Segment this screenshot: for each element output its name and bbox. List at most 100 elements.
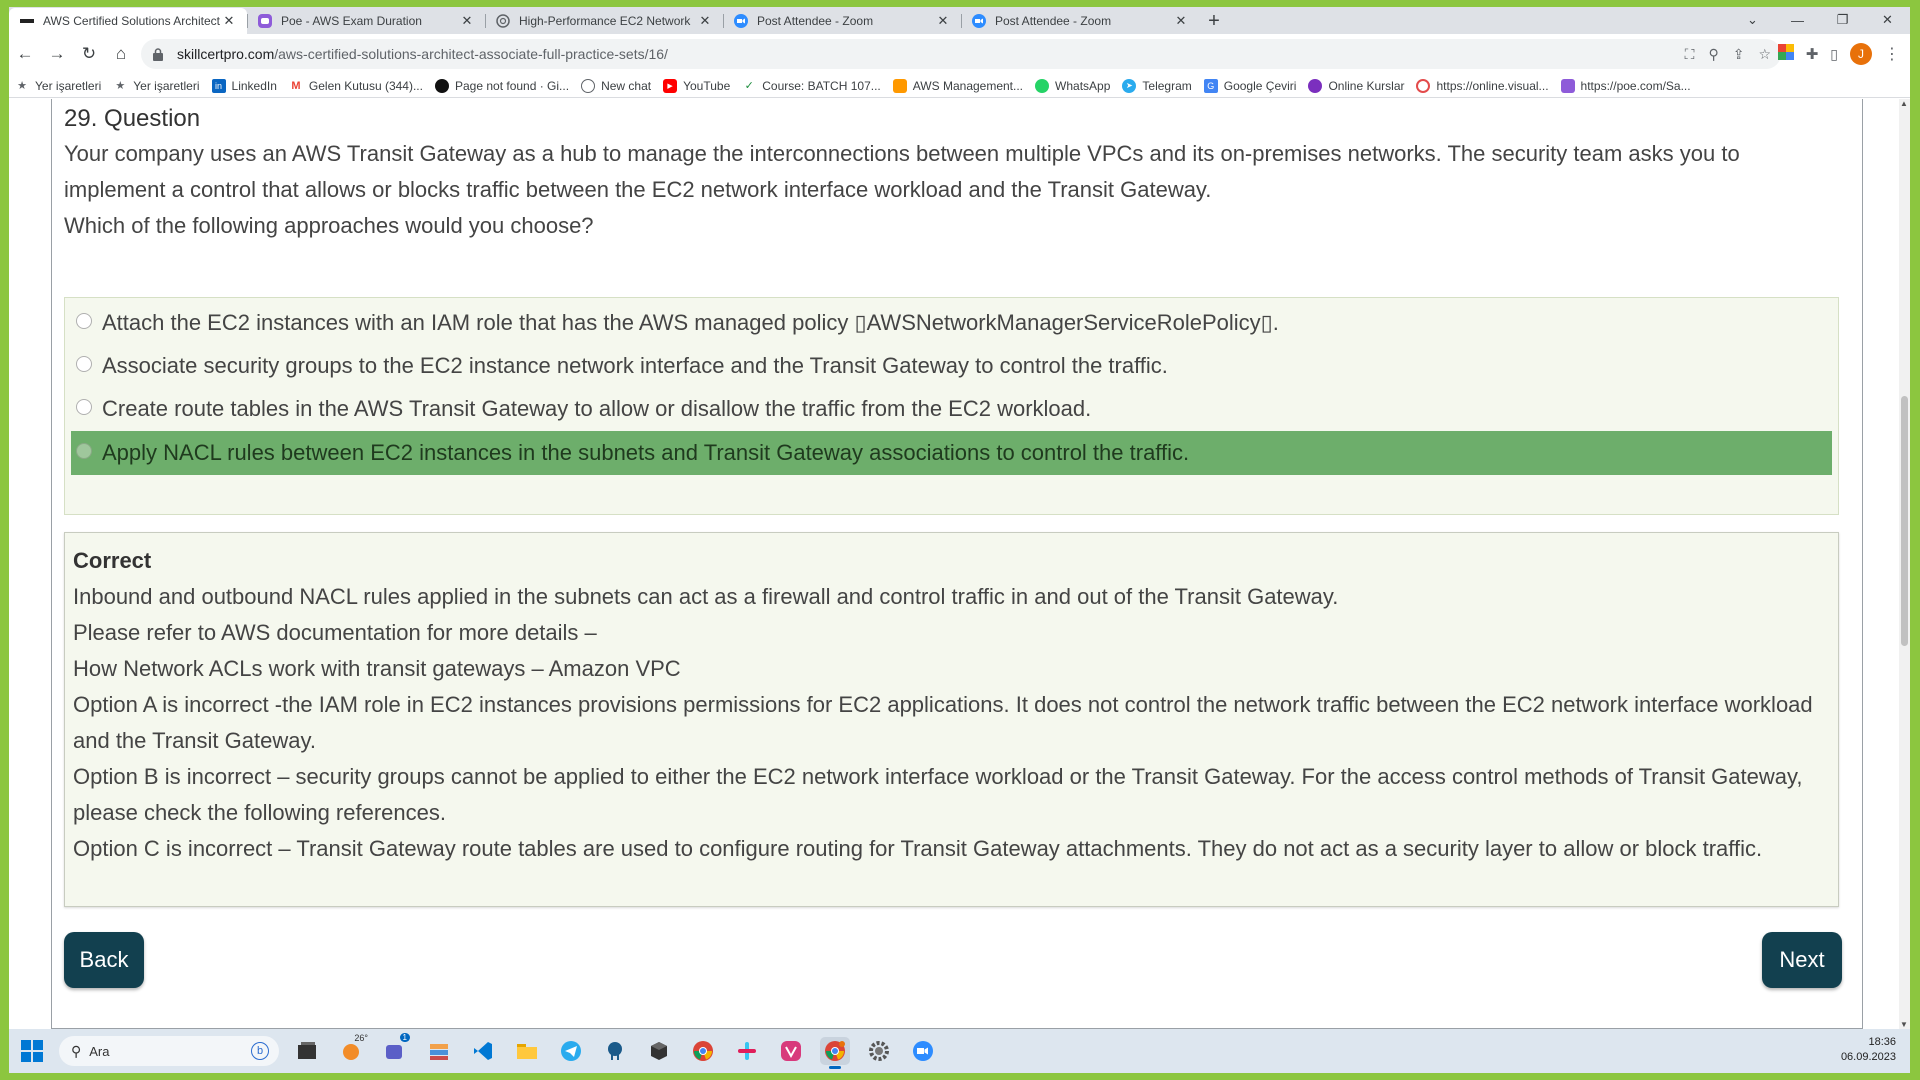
windows-taskbar: ⚲ Ara b 26° 1 18:36 06.09.2023	[9, 1029, 1910, 1073]
home-icon[interactable]: ⌂	[105, 38, 137, 70]
tab-zoom-2[interactable]: Post Attendee - Zoom ✕	[961, 8, 1199, 34]
explanation-line: Inbound and outbound NACL rules applied …	[73, 584, 1339, 609]
new-tab-button[interactable]: +	[1199, 8, 1229, 34]
tab-title: Poe - AWS Exam Duration	[281, 14, 422, 28]
side-panel-icon[interactable]: ▯	[1830, 46, 1838, 63]
scroll-up-icon[interactable]: ▲	[1900, 99, 1908, 108]
bookmark-item[interactable]: ★ Yer işaretleri	[15, 79, 101, 93]
teams-badge: 1	[399, 1033, 410, 1042]
stack-app-icon[interactable]	[424, 1037, 454, 1065]
explanation-line: Please refer to AWS documentation for mo…	[73, 620, 597, 645]
question-heading: 29. Question	[64, 105, 201, 132]
close-icon[interactable]: ✕	[1173, 13, 1189, 29]
profile-avatar[interactable]: J	[1850, 43, 1872, 65]
cube-app-icon[interactable]	[644, 1037, 674, 1065]
extension-color-icon[interactable]	[1777, 43, 1794, 65]
tab-zoom-1[interactable]: Post Attendee - Zoom ✕	[723, 8, 961, 34]
tab-poe[interactable]: Poe - AWS Exam Duration ✕	[247, 8, 485, 34]
answer-option-d[interactable]: Apply NACL rules between EC2 instances i…	[71, 431, 1832, 475]
scrollbar-thumb[interactable]	[1901, 396, 1908, 646]
translate-icon[interactable]: ⛶	[1685, 46, 1695, 63]
share-icon[interactable]: ⇪	[1733, 46, 1745, 63]
forward-arrow-icon[interactable]: →	[41, 38, 73, 70]
taskbar-search[interactable]: ⚲ Ara b	[59, 1036, 279, 1066]
teams-icon[interactable]: 1	[380, 1033, 410, 1065]
close-icon[interactable]: ✕	[459, 13, 475, 29]
back-button[interactable]: Back	[64, 932, 144, 988]
github-icon	[434, 78, 449, 93]
radio-button[interactable]	[76, 313, 92, 329]
slack-icon[interactable]	[732, 1037, 762, 1065]
chrome-icon[interactable]	[688, 1037, 718, 1065]
bookmark-item[interactable]: https://online.visual...	[1416, 78, 1549, 93]
restore-icon[interactable]: ❐	[1820, 7, 1865, 33]
bookmark-item[interactable]: G Google Çeviri	[1203, 78, 1296, 93]
clock-time: 18:36	[1868, 1036, 1896, 1048]
zoom-taskbar-icon[interactable]	[908, 1037, 938, 1065]
bookmark-item[interactable]: https://poe.com/Sa...	[1560, 78, 1691, 93]
system-clock[interactable]: 18:36 06.09.2023	[1841, 1035, 1896, 1065]
openai-favicon-icon	[495, 13, 511, 29]
chrome-active-icon[interactable]	[820, 1037, 850, 1069]
bookmark-item[interactable]: M Gelen Kutusu (344)...	[289, 79, 423, 93]
vivaldi-icon[interactable]	[776, 1037, 806, 1065]
minimize-icon[interactable]: —	[1775, 7, 1820, 33]
next-button[interactable]: Next	[1762, 932, 1842, 988]
bookmark-item[interactable]: ▶ YouTube	[663, 78, 730, 93]
task-view-icon[interactable]	[292, 1037, 322, 1065]
scroll-down-icon[interactable]: ▼	[1900, 1020, 1908, 1029]
bookmark-item[interactable]: in LinkedIn	[211, 78, 277, 93]
answer-option-b[interactable]: Associate security groups to the EC2 ins…	[71, 344, 1832, 388]
bookmark-item[interactable]: AWS Management...	[892, 78, 1023, 93]
radio-button[interactable]	[76, 356, 92, 372]
answer-explanation: Correct Inbound and outbound NACL rules …	[64, 532, 1839, 907]
bookmark-item[interactable]: ✓ Course: BATCH 107...	[742, 79, 881, 93]
explanation-line: Option B is incorrect – security groups …	[73, 764, 1803, 825]
bookmark-label: Online Kurslar	[1328, 78, 1405, 93]
vscode-icon[interactable]	[468, 1037, 498, 1065]
reload-icon[interactable]: ↻	[73, 38, 105, 70]
windows-start-icon[interactable]	[21, 1040, 43, 1062]
bookmark-item[interactable]: ★ Yer işaretleri	[113, 79, 199, 93]
radio-button[interactable]	[76, 399, 92, 415]
bookmark-label: Telegram	[1142, 78, 1192, 93]
answer-option-c[interactable]: Create route tables in the AWS Transit G…	[71, 387, 1832, 431]
star-icon: ★	[17, 80, 27, 92]
answer-option-a[interactable]: Attach the EC2 instances with an IAM rol…	[71, 301, 1832, 345]
pinned-apps: 26° 1	[292, 1033, 938, 1069]
bookmark-item[interactable]: Page not found · Gi...	[434, 78, 569, 93]
settings-gear-icon[interactable]	[864, 1037, 894, 1065]
address-bar[interactable]: skillcertpro.com/aws-certified-solutions…	[141, 39, 1781, 69]
menu-kebab-icon[interactable]: ⋮	[1884, 44, 1900, 64]
tab-ec2-network[interactable]: High-Performance EC2 Network ✕	[485, 8, 723, 34]
question-prompt: Which of the following approaches would …	[64, 213, 594, 238]
tab-aws-certified[interactable]: AWS Certified Solutions Architect ✕	[9, 8, 247, 34]
gitkraken-icon[interactable]	[600, 1037, 630, 1065]
aws-icon	[892, 78, 907, 93]
tab-strip: AWS Certified Solutions Architect ✕ Poe …	[9, 7, 1910, 34]
bookmark-item[interactable]: ➤ Telegram	[1122, 78, 1192, 93]
page-scrollbar[interactable]: ▲ ▼	[1899, 99, 1910, 1029]
bookmark-item[interactable]: WhatsApp	[1035, 78, 1110, 93]
weather-icon[interactable]: 26°	[336, 1033, 368, 1065]
extensions-puzzle-icon[interactable]: ✚	[1806, 45, 1819, 63]
option-label: Create route tables in the AWS Transit G…	[102, 396, 1092, 421]
close-icon[interactable]: ✕	[697, 13, 713, 29]
file-explorer-icon[interactable]	[512, 1037, 542, 1065]
tab-search-icon[interactable]: ⌄	[1730, 7, 1775, 33]
bookmark-item[interactable]: Online Kurslar	[1308, 78, 1405, 93]
back-arrow-icon[interactable]: ←	[9, 38, 41, 70]
zoom-icon[interactable]: ⚲	[1708, 46, 1718, 63]
bookmark-item[interactable]: New chat	[581, 78, 651, 93]
close-icon[interactable]: ✕	[935, 13, 951, 29]
telegram-taskbar-icon[interactable]	[556, 1037, 586, 1065]
answer-options: Attach the EC2 instances with an IAM rol…	[64, 297, 1839, 515]
close-window-icon[interactable]: ✕	[1865, 7, 1910, 33]
explanation-line: Option C is incorrect – Transit Gateway …	[73, 836, 1763, 861]
bookmark-star-icon[interactable]: ☆	[1758, 46, 1771, 63]
radio-button[interactable]	[76, 443, 92, 459]
close-icon[interactable]: ✕	[221, 13, 237, 29]
lock-icon[interactable]	[153, 47, 167, 61]
tab-title: AWS Certified Solutions Architect	[43, 14, 220, 28]
clock-date: 06.09.2023	[1840, 1051, 1896, 1063]
